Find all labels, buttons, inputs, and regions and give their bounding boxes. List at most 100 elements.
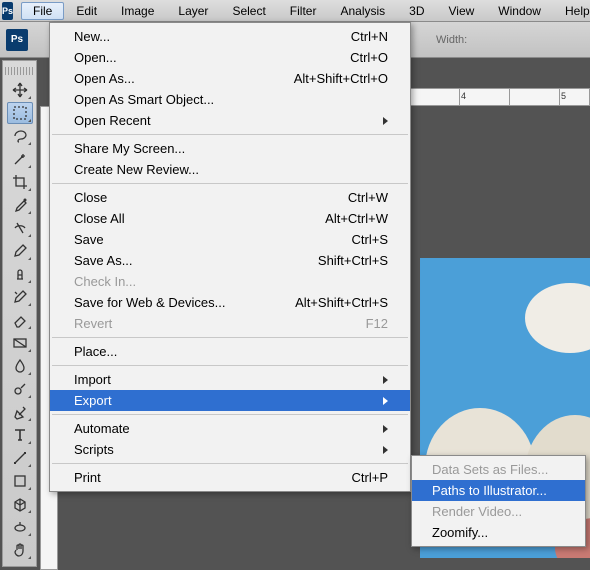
menu-item-create-new-review[interactable]: Create New Review...: [50, 159, 410, 180]
menu-item-export[interactable]: Export: [50, 390, 410, 411]
submenu-arrow-icon: [383, 446, 388, 454]
ruler-tick-label: 4: [461, 91, 466, 101]
menu-item-save-for-web-devices[interactable]: Save for Web & Devices...Alt+Shift+Ctrl+…: [50, 292, 410, 313]
menu-file[interactable]: File: [21, 2, 64, 20]
hand-tool[interactable]: [7, 539, 33, 561]
menu-shortcut: Ctrl+P: [352, 470, 388, 485]
export-submenu: Data Sets as Files...Paths to Illustrato…: [411, 455, 586, 547]
file-menu-dropdown: New... Ctrl+N Open... Ctrl+O Open As...Alt+S…: [49, 22, 411, 492]
menu-shortcut: Alt+Ctrl+W: [325, 211, 388, 226]
brush-tool[interactable]: [7, 240, 33, 262]
menu-item-close-all[interactable]: Close All Alt+Ctrl+W: [50, 208, 410, 229]
menu-item-share-my-screen[interactable]: Share My Screen...: [50, 138, 410, 159]
crop-tool[interactable]: [7, 171, 33, 193]
eyedropper-tool[interactable]: [7, 194, 33, 216]
menu-item-label: Create New Review...: [74, 162, 199, 177]
ruler-tick-label: 5: [561, 91, 566, 101]
menu-shortcut: F12: [366, 316, 388, 331]
menu-item-place[interactable]: Place...: [50, 341, 410, 362]
shape-tool[interactable]: [7, 470, 33, 492]
app-corner-icon: Ps: [6, 29, 28, 51]
menu-separator: [52, 183, 408, 184]
menu-analysis[interactable]: Analysis: [328, 2, 397, 20]
menu-layer[interactable]: Layer: [166, 2, 220, 20]
history-brush-tool[interactable]: [7, 286, 33, 308]
menu-item-import[interactable]: Import: [50, 369, 410, 390]
menu-item-label: Import: [74, 372, 111, 387]
menu-window[interactable]: Window: [486, 2, 553, 20]
dodge-tool[interactable]: [7, 378, 33, 400]
menu-shortcut: Alt+Shift+Ctrl+O: [294, 71, 388, 86]
lasso-tool[interactable]: [7, 125, 33, 147]
menu-item-open-recent[interactable]: Open Recent: [50, 110, 410, 131]
toolbox-grip[interactable]: [5, 67, 35, 75]
menu-item-label: Close All: [74, 211, 125, 226]
move-tool[interactable]: [7, 79, 33, 101]
3d-tool[interactable]: [7, 493, 33, 515]
app-logo-icon: Ps: [2, 2, 13, 20]
menu-item-save-as[interactable]: Save As... Shift+Ctrl+S: [50, 250, 410, 271]
menu-item-label: Save As...: [74, 253, 133, 268]
menu-item-label: Automate: [74, 421, 130, 436]
eraser-tool[interactable]: [7, 309, 33, 331]
menu-item-new[interactable]: New... Ctrl+N: [50, 26, 410, 47]
menu-item-label: Check In...: [74, 274, 136, 289]
menu-item-label: Open Recent: [74, 113, 151, 128]
menu-edit[interactable]: Edit: [64, 2, 109, 20]
wand-tool[interactable]: [7, 148, 33, 170]
submenu-item-zoomify[interactable]: Zoomify...: [412, 522, 585, 543]
menu-image[interactable]: Image: [109, 2, 166, 20]
menu-item-scripts[interactable]: Scripts: [50, 439, 410, 460]
submenu-item-data-sets-as-files: Data Sets as Files...: [412, 459, 585, 480]
type-tool[interactable]: [7, 424, 33, 446]
menu-item-label: Revert: [74, 316, 112, 331]
menu-item-label: Save for Web & Devices...: [74, 295, 226, 310]
pen-tool[interactable]: [7, 401, 33, 423]
menu-item-check-in: Check In...: [50, 271, 410, 292]
menu-shortcut: Ctrl+W: [348, 190, 388, 205]
menu-item-label: Save: [74, 232, 104, 247]
marquee-tool[interactable]: [7, 102, 33, 124]
menu-separator: [52, 463, 408, 464]
menu-item-print[interactable]: Print Ctrl+P: [50, 467, 410, 488]
menu-separator: [52, 414, 408, 415]
menu-item-open-as-smart-object[interactable]: Open As Smart Object...: [50, 89, 410, 110]
blur-tool[interactable]: [7, 355, 33, 377]
menu-item-label: Scripts: [74, 442, 114, 457]
menu-shortcut: Ctrl+S: [352, 232, 388, 247]
submenu-arrow-icon: [383, 425, 388, 433]
stamp-tool[interactable]: [7, 263, 33, 285]
3d-camera-tool[interactable]: [7, 516, 33, 538]
menu-select[interactable]: Select: [220, 2, 277, 20]
menu-item-label: Open As Smart Object...: [74, 92, 214, 107]
submenu-item-paths-to-illustrator[interactable]: Paths to Illustrator...: [412, 480, 585, 501]
menu-item-revert: Revert F12: [50, 313, 410, 334]
menu-3d[interactable]: 3D: [397, 2, 436, 20]
menu-filter[interactable]: Filter: [278, 2, 329, 20]
path-tool[interactable]: [7, 447, 33, 469]
menu-item-label: Close: [74, 190, 107, 205]
menu-view[interactable]: View: [437, 2, 487, 20]
menu-item-label: Share My Screen...: [74, 141, 185, 156]
menu-item-automate[interactable]: Automate: [50, 418, 410, 439]
menu-item-label: Place...: [74, 344, 117, 359]
menu-item-open[interactable]: Open... Ctrl+O: [50, 47, 410, 68]
menu-separator: [52, 337, 408, 338]
menu-item-label: New...: [74, 29, 110, 44]
menu-item-label: Open...: [74, 50, 117, 65]
submenu-item-render-video: Render Video...: [412, 501, 585, 522]
menu-shortcut: Ctrl+N: [351, 29, 388, 44]
menu-shortcut: Ctrl+O: [350, 50, 388, 65]
healing-tool[interactable]: [7, 217, 33, 239]
toolbox: [2, 60, 37, 567]
menu-help[interactable]: Help: [553, 2, 590, 20]
menu-item-save[interactable]: Save Ctrl+S: [50, 229, 410, 250]
width-label: Width:: [436, 34, 467, 46]
menu-item-close[interactable]: Close Ctrl+W: [50, 187, 410, 208]
menu-item-label: Export: [74, 393, 112, 408]
menu-separator: [52, 134, 408, 135]
menu-shortcut: Shift+Ctrl+S: [318, 253, 388, 268]
menu-item-label: Print: [74, 470, 101, 485]
menu-item-open-as[interactable]: Open As...Alt+Shift+Ctrl+O: [50, 68, 410, 89]
gradient-tool[interactable]: [7, 332, 33, 354]
